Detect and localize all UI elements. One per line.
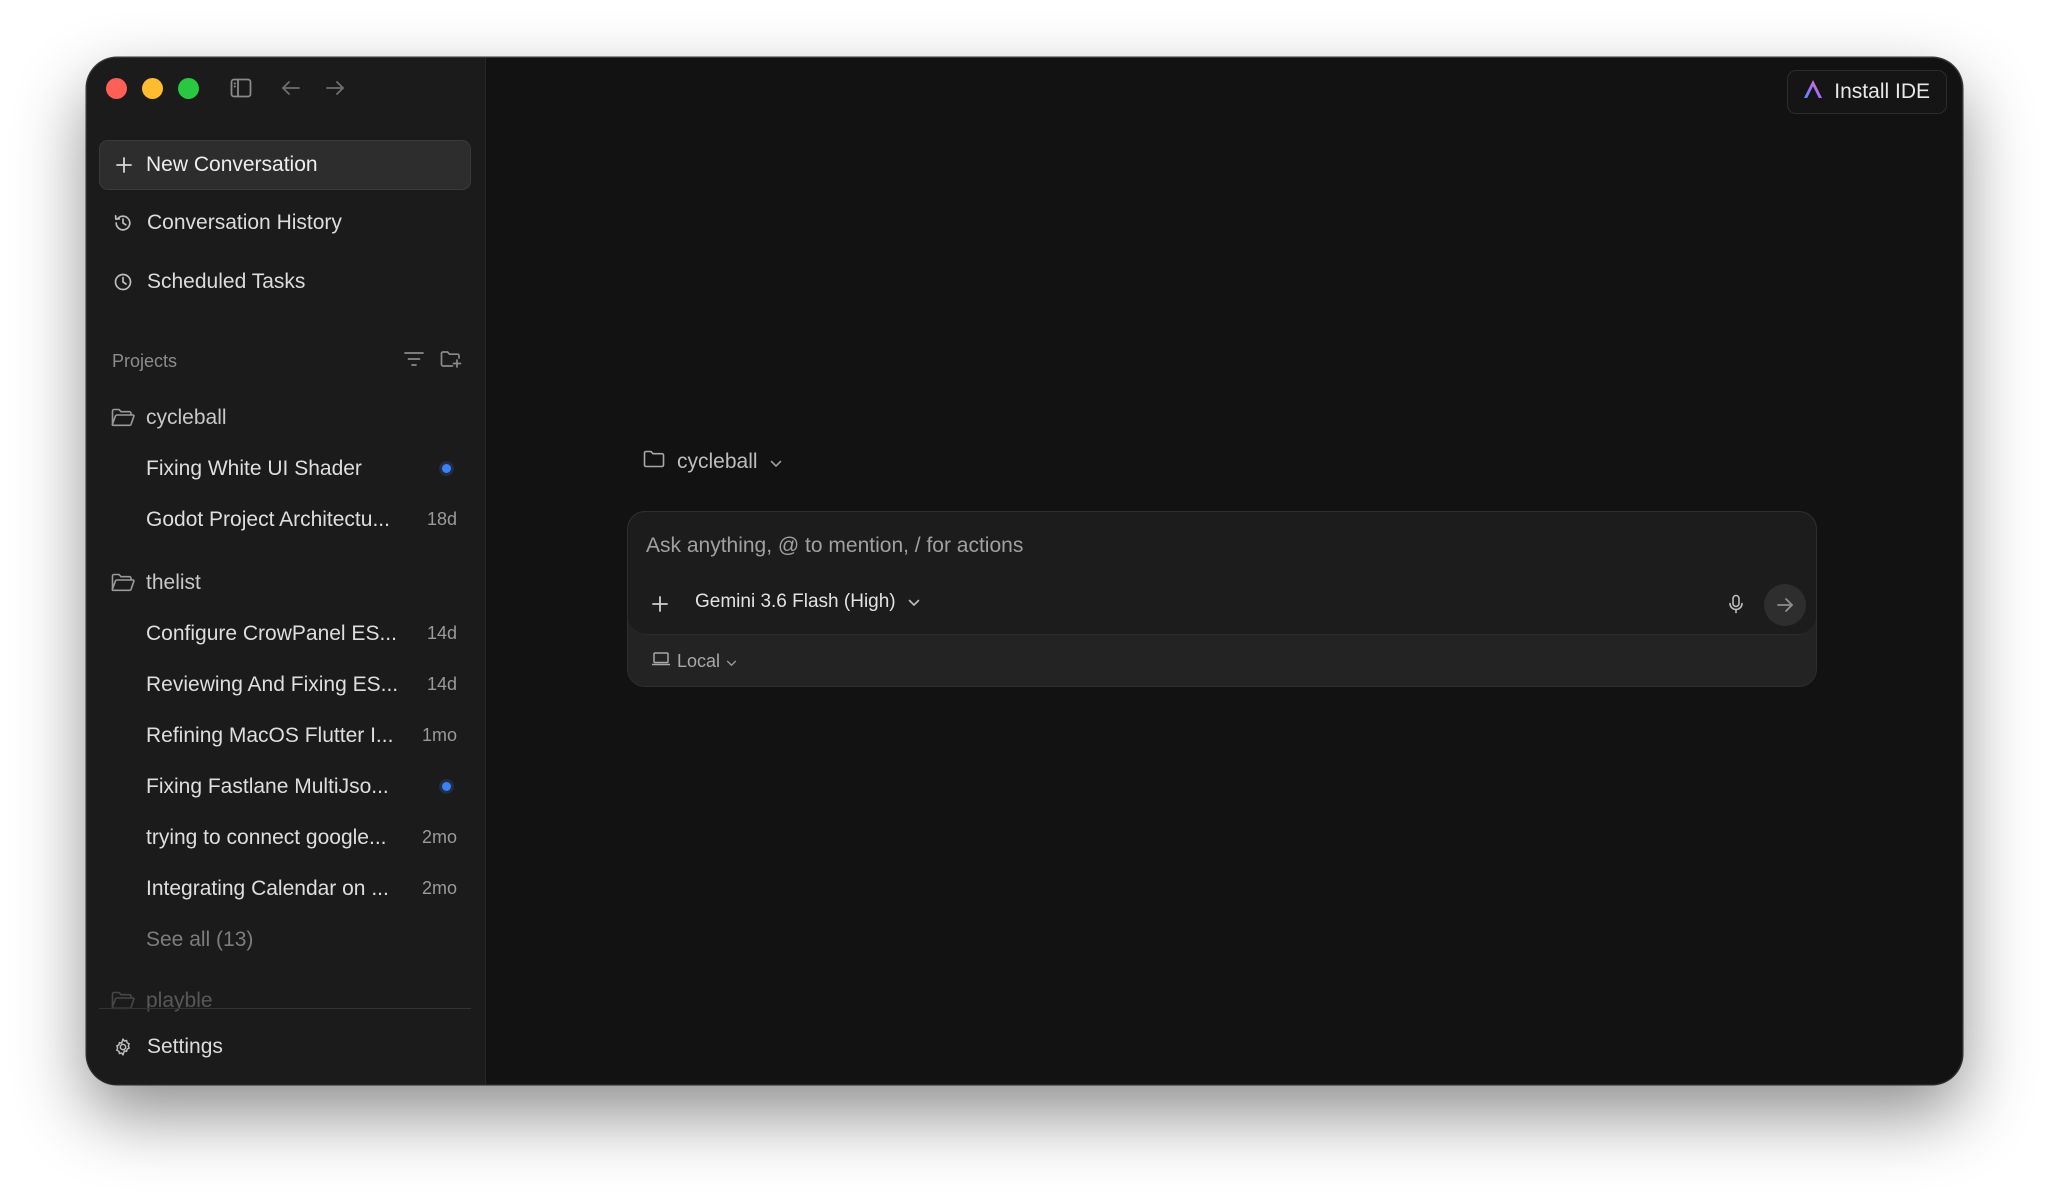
composer-input-area: Gemini 3.6 Flash (High): [628, 512, 1816, 635]
conversation-age: 1mo: [421, 725, 457, 745]
conversation-item[interactable]: Configure CrowPanel ES... 14d: [99, 608, 471, 659]
install-ide-button[interactable]: Install IDE: [1787, 70, 1947, 114]
sidebar-footer: Settings: [99, 1008, 471, 1084]
conversation-title: Fixing White UI Shader: [146, 456, 362, 480]
forward-arrow-icon[interactable]: [322, 75, 348, 101]
message-composer: Gemini 3.6 Flash (High): [627, 511, 1817, 687]
minimize-window-button[interactable]: [142, 78, 163, 99]
clock-icon: [113, 272, 135, 292]
scheduled-tasks-item[interactable]: Scheduled Tasks: [99, 259, 471, 305]
conversation-title: Godot Project Architectu...: [146, 507, 390, 531]
conversation-age: 14d: [426, 674, 457, 694]
history-icon: [113, 213, 135, 233]
project-list: cycleball Fixing White UI Shader Godot P…: [99, 392, 471, 1064]
conversation-item[interactable]: trying to connect google... 2mo: [99, 812, 471, 863]
projects-header: Projects: [112, 348, 462, 374]
chevron-down-icon: [908, 591, 920, 613]
projects-label: Projects: [112, 350, 178, 371]
maximize-window-button[interactable]: [178, 78, 199, 99]
ide-logo-icon: [1802, 78, 1824, 106]
project-folder-cycleball[interactable]: cycleball: [99, 392, 471, 443]
see-all-link[interactable]: See all (13): [99, 914, 471, 965]
conversation-item[interactable]: Fixing Fastlane MultiJso...: [99, 761, 471, 812]
conversation-title: Fixing Fastlane MultiJso...: [146, 774, 389, 798]
project-folder-thelist[interactable]: thelist: [99, 557, 471, 608]
chevron-down-icon: [770, 450, 782, 474]
project-selector[interactable]: cycleball: [643, 450, 782, 474]
add-attachment-icon[interactable]: [648, 592, 672, 616]
conversation-history-item[interactable]: Conversation History: [99, 200, 471, 246]
conversation-title: Refining MacOS Flutter I...: [146, 723, 394, 747]
laptop-icon: [651, 651, 671, 672]
conversation-title: Reviewing And Fixing ES...: [146, 672, 399, 696]
conversation-item[interactable]: Refining MacOS Flutter I... 1mo: [99, 710, 471, 761]
conversation-item[interactable]: Reviewing And Fixing ES... 14d: [99, 659, 471, 710]
conversation-age: 14d: [426, 623, 457, 643]
new-folder-icon[interactable]: [440, 350, 462, 373]
scheduled-tasks-label: Scheduled Tasks: [147, 270, 306, 293]
back-arrow-icon[interactable]: [278, 75, 304, 101]
conversation-age: 2mo: [421, 878, 457, 898]
folder-open-icon: [111, 408, 135, 427]
conversation-history-label: Conversation History: [147, 211, 342, 234]
project-name: cycleball: [146, 405, 227, 429]
environment-label: Local: [677, 651, 721, 671]
new-conversation-label: New Conversation: [146, 153, 318, 176]
conversation-title: Configure CrowPanel ES...: [146, 621, 397, 645]
arrow-right-icon: [1777, 598, 1793, 612]
conversation-age: 2mo: [421, 827, 457, 847]
environment-selector[interactable]: Local: [651, 651, 737, 672]
settings-button[interactable]: Settings: [99, 1009, 471, 1084]
folder-icon: [643, 450, 665, 474]
plus-icon: [116, 157, 132, 173]
conversation-item[interactable]: Fixing White UI Shader: [99, 443, 471, 494]
folder-open-icon: [111, 573, 135, 592]
close-window-button[interactable]: [106, 78, 127, 99]
unread-indicator: [442, 464, 451, 473]
filter-icon[interactable]: [404, 351, 424, 372]
install-ide-label: Install IDE: [1834, 80, 1930, 103]
chevron-down-icon: [726, 651, 737, 672]
sidebar: New Conversation Conversation History Sc…: [87, 58, 486, 1084]
new-conversation-button[interactable]: New Conversation: [99, 140, 471, 190]
conversation-title: Integrating Calendar on ...: [146, 876, 389, 900]
prompt-input[interactable]: [646, 534, 1746, 558]
title-bar: [87, 58, 485, 118]
unread-indicator: [442, 782, 451, 791]
toggle-sidebar-icon[interactable]: [228, 75, 254, 101]
gear-icon: [113, 1037, 135, 1057]
model-selector[interactable]: Gemini 3.6 Flash (High): [695, 591, 920, 613]
app-window: New Conversation Conversation History Sc…: [87, 58, 1962, 1084]
conversation-age: 18d: [426, 509, 457, 529]
conversation-title: trying to connect google...: [146, 825, 387, 849]
settings-label: Settings: [147, 1035, 223, 1058]
model-label: Gemini 3.6 Flash (High): [695, 591, 896, 612]
send-button[interactable]: [1764, 584, 1806, 626]
conversation-item[interactable]: Godot Project Architectu... 18d: [99, 494, 471, 545]
microphone-icon[interactable]: [1724, 592, 1748, 616]
main-panel: Install IDE cycleball Ask anything, @ to…: [486, 58, 1962, 1084]
conversation-item[interactable]: Integrating Calendar on ... 2mo: [99, 863, 471, 914]
project-name: thelist: [146, 570, 201, 594]
project-selector-label: cycleball: [677, 450, 758, 473]
